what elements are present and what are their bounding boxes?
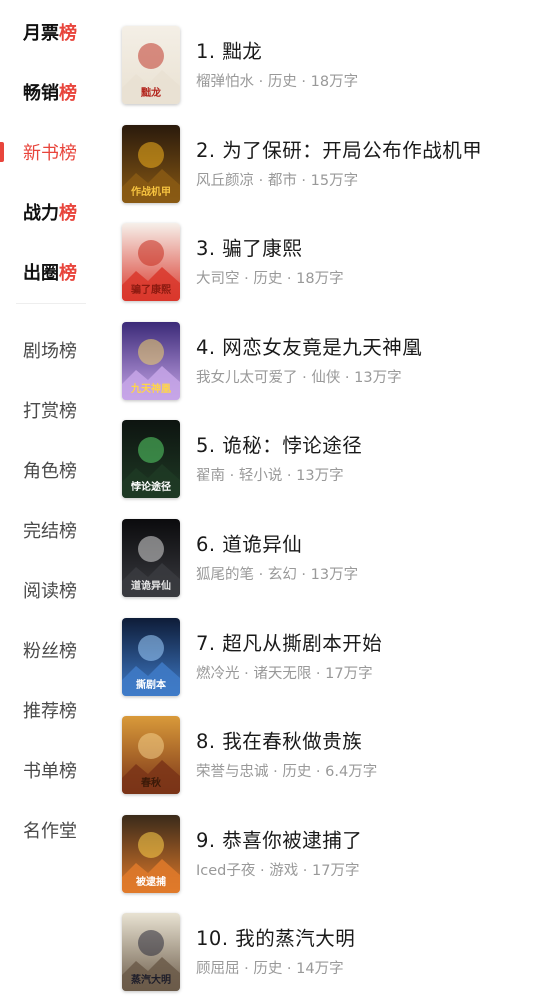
book-cover-title: 骗了康熙 xyxy=(131,283,171,296)
sidebar-item-other-3[interactable]: 完结榜 xyxy=(0,500,100,560)
book-meta: Iced子夜 · 游戏 · 17万字 xyxy=(196,862,360,879)
book-item[interactable]: 春秋 8. 我在春秋做贵族荣誉与忠诚 · 历史 · 6.4万字 xyxy=(122,716,532,798)
book-item[interactable]: 骗了康熙 3. 骗了康熙大司空 · 历史 · 18万字 xyxy=(122,223,532,305)
book-meta: 狐尾的笔 · 玄幻 · 13万字 xyxy=(196,567,359,583)
sidebar-item-4[interactable]: 出圈榜 xyxy=(0,242,100,302)
book-cover-title: 被逮捕 xyxy=(136,875,166,888)
book-item[interactable]: 悖论途径 5. 诡秘：悖论途径翟南 · 轻小说 · 13万字 xyxy=(122,420,532,502)
book-meta: 我女儿太可爱了 · 仙侠 · 13万字 xyxy=(196,369,402,386)
sidebar-divider xyxy=(16,303,86,304)
book-cover[interactable]: 蒸汽大明 xyxy=(122,913,180,992)
book-item[interactable]: 黜龙 1. 黜龙榴弹怕水 · 历史 · 18万字 xyxy=(122,26,532,108)
book-title[interactable]: 6. 道诡异仙 xyxy=(196,528,302,557)
book-cover[interactable]: 作战机甲 xyxy=(122,124,180,203)
sidebar-item-other-7[interactable]: 书单榜 xyxy=(0,740,100,800)
sidebar-item-other-8[interactable]: 名作堂 xyxy=(0,800,100,860)
book-title[interactable]: 7. 超凡从撕剧本开始 xyxy=(196,627,382,656)
book-cover[interactable]: 春秋 xyxy=(122,716,180,795)
book-title[interactable]: 3. 骗了康熙 xyxy=(196,232,302,261)
book-meta: 荣誉与忠诚 · 历史 · 6.4万字 xyxy=(196,764,378,781)
sidebar-item-label-tail: 榜 xyxy=(59,83,77,104)
book-item[interactable]: 作战机甲 2. 为了保研：开局公布作战机甲风丘颜凉 · 都市 · 15万字 xyxy=(122,124,532,207)
book-cover[interactable]: 道诡异仙 xyxy=(122,519,180,597)
sidebar-item-label: 战力 xyxy=(23,203,59,224)
book-meta: 燃冷光 · 诸天无限 · 17万字 xyxy=(196,665,373,682)
book-ranking-list: 黜龙 1. 黜龙榴弹怕水 · 历史 · 18万字作战机甲 2. 为了保研：开局公布作… xyxy=(100,0,537,1000)
book-title[interactable]: 4. 网恋女友竟是九天神凰 xyxy=(196,331,422,360)
book-cover-title: 作战机甲 xyxy=(131,185,171,198)
book-cover-title: 悖论途径 xyxy=(131,480,171,493)
book-item[interactable]: 蒸汽大明 10. 我的蒸汽大明顾屈屈 · 历史 · 14万字 xyxy=(122,913,532,995)
book-meta: 风丘颜凉 · 都市 · 15万字 xyxy=(196,172,359,189)
book-cover-title: 蒸汽大明 xyxy=(131,973,171,986)
sidebar-item-1[interactable]: 畅销榜 xyxy=(0,62,100,122)
book-title[interactable]: 5. 诡秘：悖论途径 xyxy=(196,429,362,458)
book-cover-title: 黜龙 xyxy=(141,86,161,99)
book-cover-title: 春秋 xyxy=(141,776,162,789)
book-meta: 顾屈屈 · 历史 · 14万字 xyxy=(196,961,344,978)
sidebar-item-label: 出圈 xyxy=(23,263,59,284)
sidebar-item-label: 畅销 xyxy=(23,83,59,104)
book-cover[interactable]: 九天神凰 xyxy=(122,321,180,400)
sidebar-item-other-6[interactable]: 推荐榜 xyxy=(0,680,100,740)
book-cover[interactable]: 悖论途径 xyxy=(122,420,180,499)
book-title[interactable]: 8. 我在春秋做贵族 xyxy=(196,725,362,754)
sidebar-item-other-5[interactable]: 粉丝榜 xyxy=(0,620,100,680)
sidebar-item-other-1[interactable]: 打赏榜 xyxy=(0,380,100,440)
book-title[interactable]: 9. 恭喜你被逮捕了 xyxy=(196,824,362,853)
sidebar-item-label-tail: 榜 xyxy=(59,23,77,44)
sidebar-item-3[interactable]: 战力榜 xyxy=(0,182,100,242)
sidebar-item-label-tail: 榜 xyxy=(59,263,77,284)
sidebar-item-label: 新书榜 xyxy=(23,143,77,164)
sidebar-item-other-2[interactable]: 角色榜 xyxy=(0,440,100,500)
book-item[interactable]: 道诡异仙 6. 道诡异仙狐尾的笔 · 玄幻 · 13万字 xyxy=(122,519,532,601)
sidebar-item-other-4[interactable]: 阅读榜 xyxy=(0,560,100,620)
book-cover-title: 九天神凰 xyxy=(130,382,171,395)
book-cover[interactable]: 骗了康熙 xyxy=(122,223,180,302)
book-cover[interactable]: 被逮捕 xyxy=(122,814,180,893)
book-meta: 大司空 · 历史 · 18万字 xyxy=(196,271,344,288)
book-item[interactable]: 撕剧本 7. 超凡从撕剧本开始燃冷光 · 诸天无限 · 17万字 xyxy=(122,617,532,700)
book-item[interactable]: 九天神凰 4. 网恋女友竟是九天神凰我女儿太可爱了 · 仙侠 · 13万字 xyxy=(122,321,532,404)
sidebar-item-other-0[interactable]: 剧场榜 xyxy=(0,320,100,380)
ranking-sidebar: 月票榜畅销榜新书榜 战力榜出圈榜剧场榜 打赏榜 角色榜 完结榜 阅读榜 粉丝榜 推荐榜 书单榜名… xyxy=(0,0,100,1000)
book-title[interactable]: 2. 为了保研：开局公布作战机甲 xyxy=(196,134,482,163)
book-item[interactable]: 被逮捕 9. 恭喜你被逮捕了 Iced子夜 · 游戏 · 17万字 xyxy=(122,814,532,897)
book-title[interactable]: 1. 黜龙 xyxy=(196,35,262,64)
book-cover[interactable]: 黜龙 xyxy=(122,26,180,104)
book-cover[interactable]: 撕剧本 xyxy=(122,617,180,696)
book-meta: 翟南 · 轻小说 · 13万字 xyxy=(196,468,344,485)
sidebar-item-0[interactable]: 月票榜 xyxy=(0,2,100,62)
sidebar-item-label: 月票 xyxy=(23,23,59,44)
book-title[interactable]: 10. 我的蒸汽大明 xyxy=(196,922,355,951)
book-cover-title: 撕剧本 xyxy=(136,678,167,691)
book-cover-title: 道诡异仙 xyxy=(131,579,171,592)
sidebar-item-2[interactable]: 新书榜 xyxy=(0,122,100,182)
book-meta: 榴弹怕水 · 历史 · 18万字 xyxy=(196,74,359,90)
sidebar-item-label-tail: 榜 xyxy=(59,203,77,224)
